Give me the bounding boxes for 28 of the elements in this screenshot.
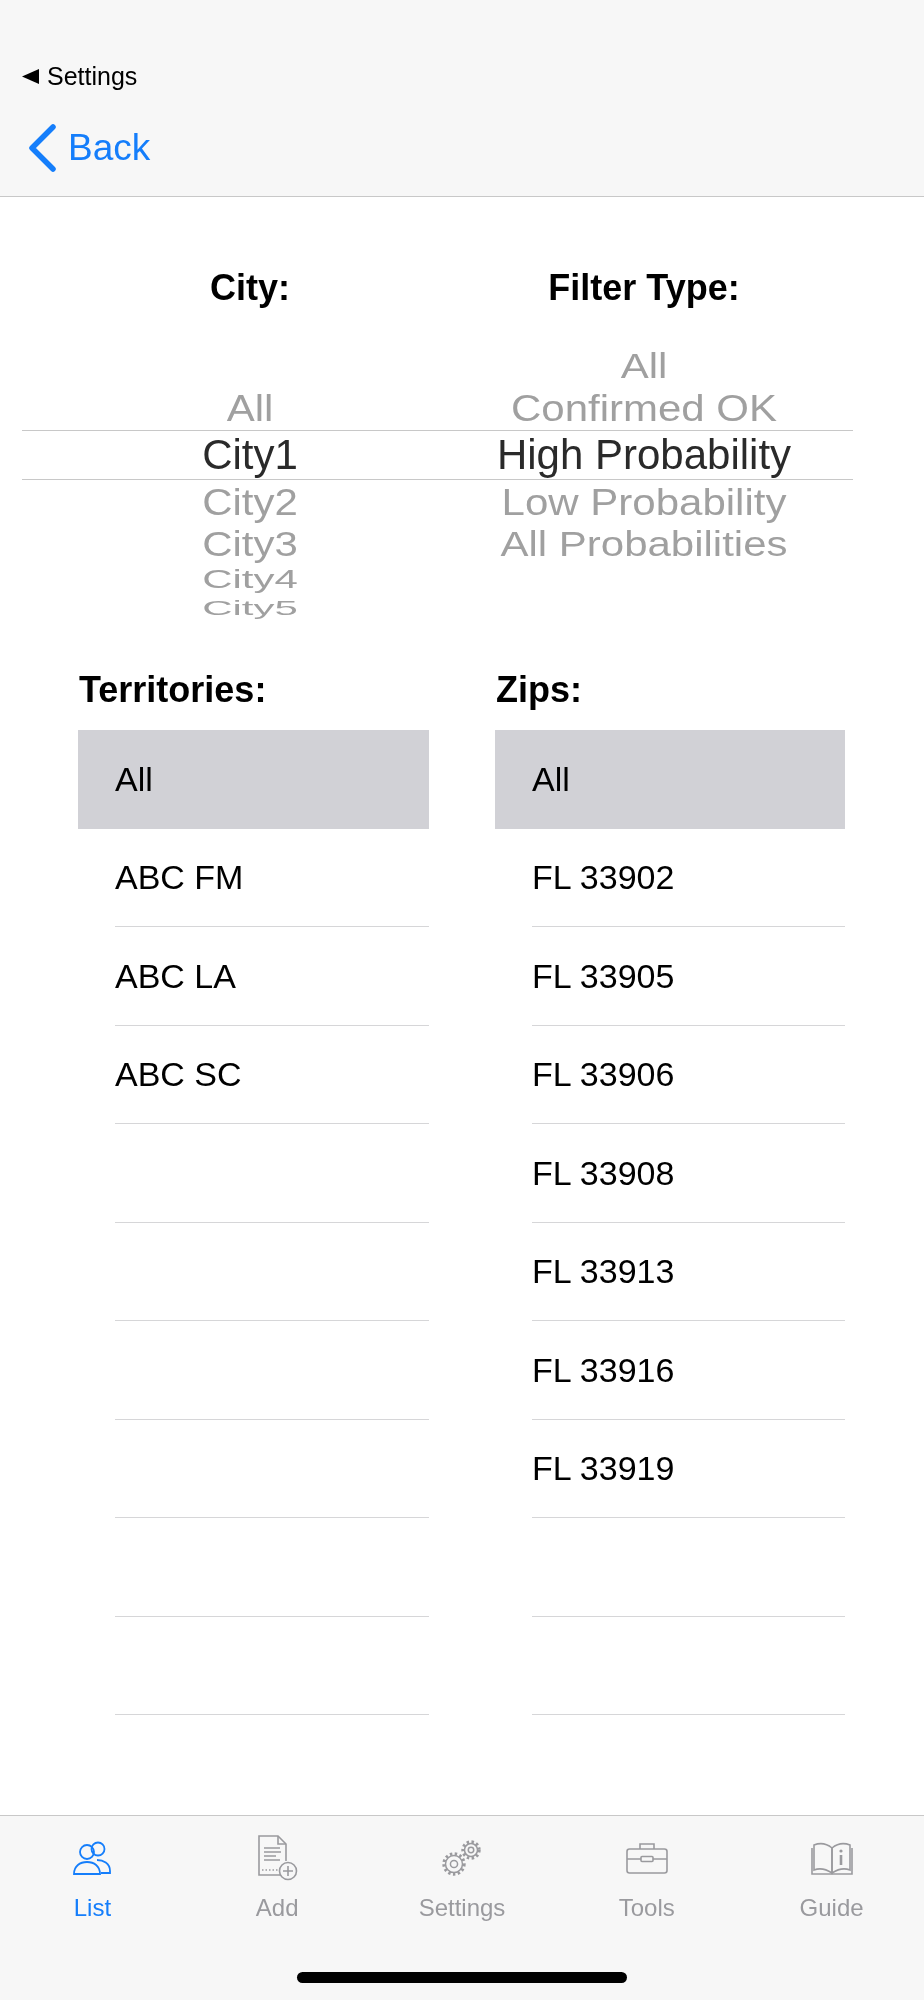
list-row[interactable]: FL 33913	[495, 1222, 845, 1321]
picker-option[interactable]: High Probability	[496, 430, 792, 480]
people-icon	[72, 1840, 113, 1876]
picker-label: City:	[210, 267, 290, 308]
list-heading: Territories:	[79, 669, 267, 710]
picker-option[interactable]: City1	[202, 430, 298, 480]
gears-icon	[441, 1838, 483, 1878]
list-row[interactable]: FL 33919	[495, 1419, 845, 1518]
list-row[interactable]: FL 33916	[495, 1321, 845, 1420]
return-to-app-link[interactable]: Settings	[22, 60, 138, 92]
briefcase-icon	[624, 1841, 669, 1875]
list-row[interactable]: FL 33906	[495, 1025, 845, 1124]
list-row[interactable]: FL 33902	[495, 828, 845, 927]
list-row[interactable]: All	[495, 730, 845, 829]
back-button[interactable]: Back	[22, 123, 151, 172]
list-row[interactable]: ABC SC	[78, 1025, 429, 1124]
list-row[interactable]: ABC LA	[78, 927, 429, 1026]
document-plus-icon	[256, 1835, 299, 1881]
list-row[interactable]: FL 33908	[495, 1124, 845, 1223]
list-row[interactable]: ABC FM	[78, 828, 429, 927]
tab-bar-item[interactable]: List	[72, 1816, 113, 1922]
chevron-left-icon	[28, 123, 57, 172]
back-triangle-icon	[22, 68, 39, 84]
list-row[interactable]: All	[78, 730, 429, 829]
list-row[interactable]: FL 33905	[495, 927, 845, 1026]
list-heading: Zips:	[496, 669, 582, 710]
picker-label: Filter Type:	[548, 267, 740, 308]
book-info-icon	[809, 1840, 854, 1876]
